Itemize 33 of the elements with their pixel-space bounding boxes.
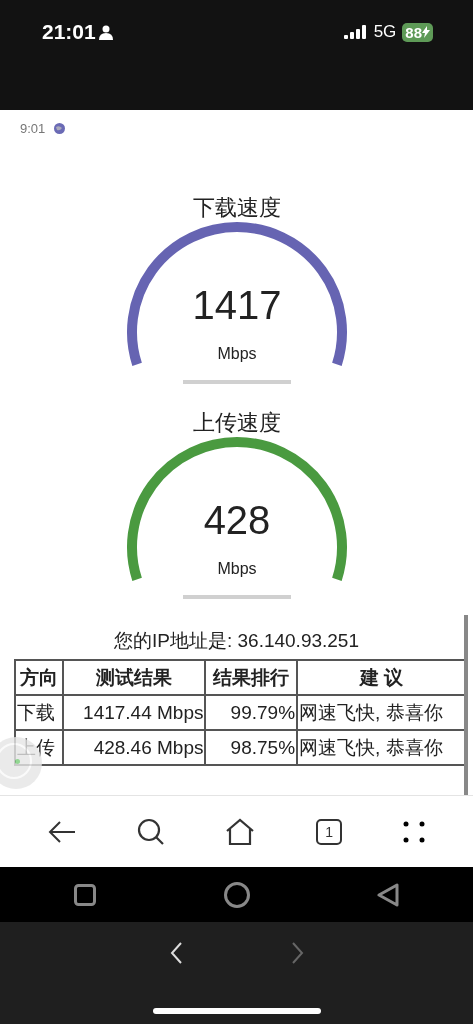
gauge-title: 上传速度 (192, 409, 281, 437)
column-header: 测试结果 (63, 660, 206, 695)
globe-icon (54, 122, 66, 134)
table-cell: 98.75% (205, 730, 298, 765)
speed-value: 1417 (192, 283, 281, 327)
home-circle-icon[interactable] (223, 881, 250, 908)
back-triangle-icon[interactable] (377, 882, 399, 907)
battery-icon: 88 (402, 22, 433, 42)
table-cell: 1417.44 Mbps (63, 695, 206, 730)
recents-icon[interactable] (74, 883, 96, 906)
search-icon[interactable] (136, 817, 165, 846)
gauge-title: 下载速度 (192, 194, 281, 222)
chevron-right-icon[interactable] (291, 942, 304, 964)
speed-unit: Mbps (216, 560, 257, 577)
menu-icon[interactable] (402, 820, 425, 843)
clock-time: 9:01 (20, 120, 46, 136)
ip-address-text: 您的IP地址是: 36.140.93.251 (113, 629, 360, 653)
scrollbar[interactable] (464, 615, 468, 795)
back-arrow-icon[interactable] (48, 819, 77, 844)
home-icon[interactable] (225, 817, 256, 846)
table-cell: 下载 (15, 695, 64, 730)
signal-icon (343, 25, 368, 39)
person-icon (98, 24, 113, 40)
speed-value: 428 (203, 498, 270, 542)
table-cell: 428.46 Mbps (63, 730, 206, 765)
tabs-button[interactable]: 1 (316, 818, 343, 845)
column-header: 方向 (15, 660, 64, 695)
column-header: 结果排行 (205, 660, 298, 695)
clock-time: 21:01 (42, 20, 96, 44)
network-type: 5G (373, 22, 397, 42)
speed-unit: Mbps (216, 345, 257, 362)
chevron-left-icon[interactable] (169, 942, 182, 964)
table-cell: 99.79% (205, 695, 298, 730)
